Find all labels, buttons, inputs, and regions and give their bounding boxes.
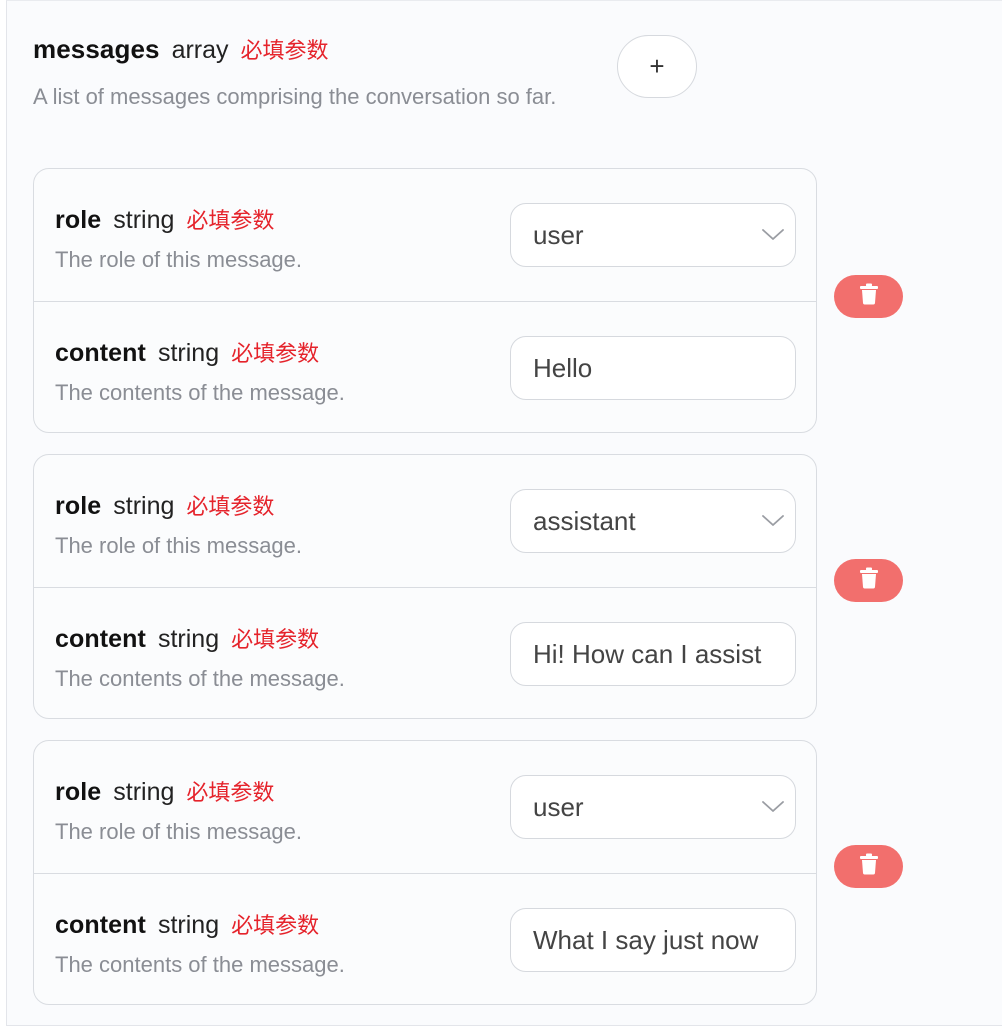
param-description: The contents of the message. [55, 666, 345, 691]
role-label-group: role string 必填参数 The role of this messag… [55, 775, 302, 847]
chevron-down-icon [751, 776, 795, 838]
content-row: content string 必填参数 The contents of the … [34, 587, 816, 719]
content-input[interactable] [510, 622, 796, 686]
chevron-down-icon [751, 204, 795, 266]
content-row: content string 必填参数 The contents of the … [34, 301, 816, 433]
param-name: content [55, 625, 146, 653]
role-select-value: user [533, 219, 584, 250]
param-type: string [157, 625, 220, 653]
messages-title-line: messages array 必填参数 [33, 33, 613, 65]
required-badge: 必填参数 [231, 914, 320, 939]
required-badge: 必填参数 [186, 495, 275, 520]
required-badge: 必填参数 [186, 209, 275, 234]
message-item-card: role string 必填参数 The role of this messag… [33, 454, 817, 719]
param-description: The role of this message. [55, 247, 303, 272]
param-type: string [113, 206, 175, 234]
trash-icon [859, 283, 879, 310]
messages-header: messages array 必填参数 A list of messages c… [33, 33, 613, 115]
role-row: role string 必填参数 The role of this messag… [34, 169, 816, 301]
message-item-card: role string 必填参数 The role of this messag… [33, 168, 817, 433]
param-name: role [55, 206, 102, 234]
param-description: The role of this message. [55, 819, 303, 844]
param-type: string [113, 778, 175, 806]
param-name: content [55, 911, 146, 939]
param-name: messages [33, 34, 160, 64]
required-badge: 必填参数 [186, 781, 275, 806]
param-name: role [55, 492, 102, 520]
delete-message-button[interactable] [834, 845, 903, 888]
role-select-value: assistant [533, 505, 636, 536]
role-row: role string 必填参数 The role of this messag… [34, 741, 816, 873]
role-label-group: role string 必填参数 The role of this messag… [55, 203, 302, 275]
param-name: role [55, 778, 102, 806]
message-item-card: role string 必填参数 The role of this messag… [33, 740, 817, 1005]
chevron-down-icon [751, 490, 795, 552]
role-row: role string 必填参数 The role of this messag… [34, 455, 816, 587]
role-select-value: user [533, 791, 584, 822]
content-label-group: content string 必填参数 The contents of the … [55, 908, 345, 980]
param-description: A list of messages comprising the conver… [33, 84, 557, 109]
messages-panel: messages array 必填参数 A list of messages c… [6, 0, 1002, 1026]
param-description: The role of this message. [55, 533, 303, 558]
plus-icon: + [649, 51, 665, 81]
param-type: string [157, 911, 220, 939]
required-badge: 必填参数 [231, 628, 320, 653]
role-select[interactable]: user [510, 775, 796, 839]
param-name: content [55, 339, 146, 367]
add-message-button[interactable]: + [617, 35, 697, 98]
param-type: string [113, 492, 175, 520]
delete-message-button[interactable] [834, 275, 903, 318]
required-badge: 必填参数 [240, 39, 329, 64]
content-input[interactable] [510, 908, 796, 972]
role-select[interactable]: assistant [510, 489, 796, 553]
content-input[interactable] [510, 336, 796, 400]
param-type: string [157, 339, 220, 367]
content-label-group: content string 必填参数 The contents of the … [55, 622, 345, 694]
param-description: The contents of the message. [55, 380, 345, 405]
required-badge: 必填参数 [231, 342, 320, 367]
delete-message-button[interactable] [834, 559, 903, 602]
param-description: The contents of the message. [55, 952, 345, 977]
param-type: array [171, 36, 229, 64]
content-row: content string 必填参数 The contents of the … [34, 873, 816, 1005]
trash-icon [859, 853, 879, 880]
trash-icon [859, 567, 879, 594]
role-select[interactable]: user [510, 203, 796, 267]
content-label-group: content string 必填参数 The contents of the … [55, 336, 345, 408]
role-label-group: role string 必填参数 The role of this messag… [55, 489, 302, 561]
